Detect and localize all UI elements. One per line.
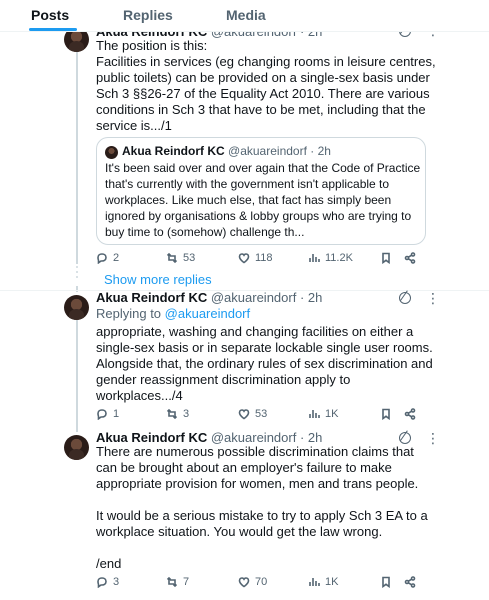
avatar[interactable] [64,295,89,320]
quote-timestamp: 2h [317,144,331,158]
views-count: 1K [325,408,339,420]
like-icon [238,577,250,588]
profile-tabs: Posts Replies Media [0,0,489,32]
replying-to: Replying to @akuareindorf [96,306,250,321]
action-bar: 3 7 70 1K [96,576,426,592]
replying-to-mention[interactable]: @akuareindorf [165,306,250,321]
repost-button[interactable]: 7 [166,576,189,588]
tab-posts[interactable]: Posts [31,7,69,23]
share-button[interactable] [404,576,416,588]
author-handle[interactable]: @akuareindorf [211,430,296,445]
like-icon [238,409,250,420]
reply-button[interactable]: 2 [96,252,119,264]
quoted-tweet[interactable]: Akua Reindorf KC @akuareindorf · 2h It's… [96,137,426,245]
like-button[interactable]: 70 [238,576,267,588]
repost-icon [166,408,178,420]
repost-count: 7 [183,576,190,588]
tweet-text: There are numerous possible discriminati… [96,444,428,571]
share-icon [404,408,416,420]
bookmark-button[interactable] [380,576,392,588]
tweet[interactable]: Akua Reindorf KC @akuareindorf · 2h ⋮ Th… [0,430,489,600]
more-icon[interactable]: ⋮ [426,290,440,307]
like-button[interactable]: 53 [238,408,267,420]
action-bar: 1 3 53 1K [96,408,426,424]
like-button[interactable]: 118 [238,252,273,264]
views-count: 11.2K [325,252,353,264]
grok-icon[interactable] [399,292,411,304]
bookmark-button[interactable] [380,408,392,420]
bookmark-icon [382,252,390,264]
tweet[interactable]: Akua Reindorf KC @akuareindorf · 2h ⋮ Th… [0,0,489,270]
avatar[interactable] [64,435,89,460]
views-icon [309,578,320,586]
replying-to-label: Replying to [96,306,165,321]
active-tab-indicator [29,28,77,31]
action-bar: 2 53 118 11.2K [96,252,426,268]
quote-text: It's been said over and over again that … [105,161,421,239]
timestamp[interactable]: 2h [308,430,322,445]
like-icon [238,253,250,264]
share-button[interactable] [404,408,416,420]
like-count: 53 [255,408,268,420]
views-icon [309,410,320,418]
separator-dot: · [310,144,315,158]
separator-dot: · [299,430,305,445]
reply-button[interactable]: 1 [96,408,119,420]
like-count: 118 [255,252,273,264]
reply-icon [97,253,107,264]
reply-count: 1 [113,408,120,420]
reply-button[interactable]: 3 [96,576,119,588]
quote-author-name: Akua Reindorf KC [122,144,225,158]
repost-icon [166,252,178,264]
bookmark-button[interactable] [380,252,392,264]
views-button[interactable]: 11.2K [308,252,353,264]
reply-count: 3 [113,576,120,588]
share-icon [404,576,416,588]
tab-replies[interactable]: Replies [123,7,173,23]
repost-count: 3 [183,408,190,420]
reply-count: 2 [113,252,120,264]
reply-icon [97,577,107,588]
quote-avatar [105,146,118,159]
separator-dot: · [299,290,305,305]
share-icon [404,252,416,264]
views-count: 1K [325,576,339,588]
share-button[interactable] [404,252,416,264]
bookmark-icon [382,408,390,420]
tab-media[interactable]: Media [226,7,266,23]
repost-button[interactable]: 3 [166,408,189,420]
timestamp[interactable]: 2h [308,290,322,305]
tweet-text: The position is this: Facilities in serv… [96,38,436,133]
author-name[interactable]: Akua Reindorf KC [96,430,207,445]
like-count: 70 [255,576,268,588]
repost-button[interactable]: 53 [166,252,195,264]
tweet-text: appropriate, washing and changing facili… [96,324,437,403]
reply-icon [97,409,107,420]
tweet[interactable]: Akua Reindorf KC @akuareindorf · 2h ⋮ Re… [0,290,489,428]
quote-header: Akua Reindorf KC @akuareindorf · 2h [122,144,331,158]
bookmark-icon [382,576,390,588]
tweet-header: Akua Reindorf KC @akuareindorf · 2h [96,430,322,445]
repost-icon [166,576,178,588]
show-more-replies-link[interactable]: Show more replies [104,272,212,287]
views-button[interactable]: 1K [308,576,338,588]
author-handle[interactable]: @akuareindorf [211,290,296,305]
grok-icon[interactable] [399,432,411,444]
author-name[interactable]: Akua Reindorf KC [96,290,207,305]
views-button[interactable]: 1K [308,408,338,420]
views-icon [309,254,320,262]
tweet-header: Akua Reindorf KC @akuareindorf · 2h [96,290,322,305]
quote-author-handle: @akuareindorf [228,144,307,158]
repost-count: 53 [183,252,196,264]
